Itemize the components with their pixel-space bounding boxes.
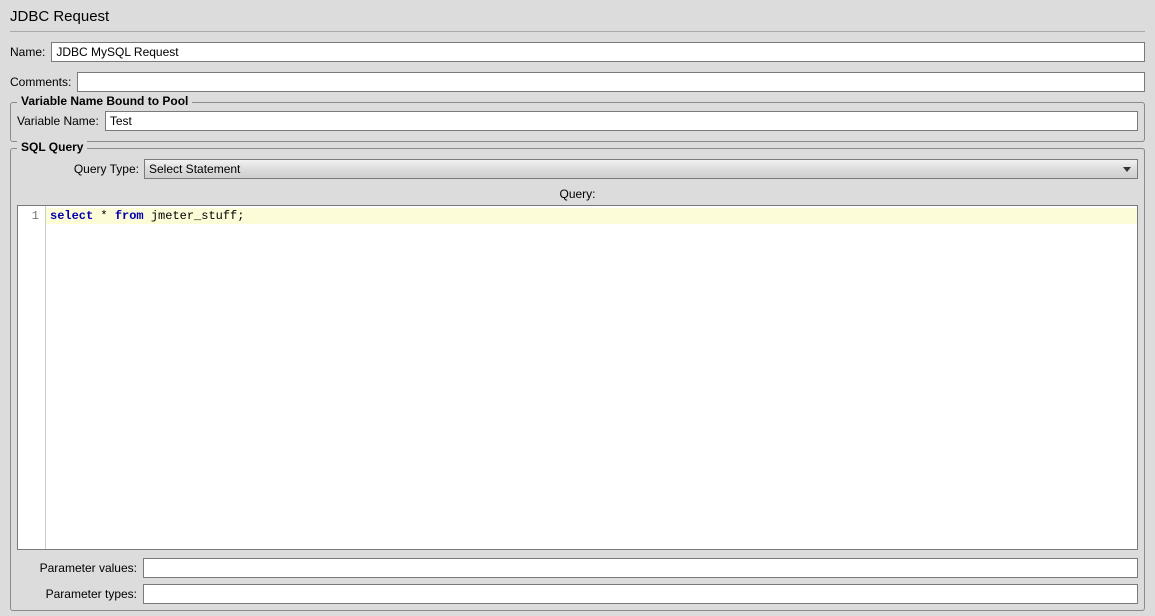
sql-keyword-select: select: [50, 209, 93, 223]
variable-name-row: Variable Name:: [17, 111, 1138, 131]
comments-input[interactable]: [77, 72, 1145, 92]
sql-query-legend: SQL Query: [17, 140, 87, 154]
editor-code-area[interactable]: select * from jmeter_stuff;: [46, 206, 1137, 549]
parameter-values-row: Parameter values:: [17, 558, 1138, 578]
parameter-types-input[interactable]: [143, 584, 1138, 604]
variable-name-label: Variable Name:: [17, 114, 99, 128]
line-number: 1: [18, 208, 45, 224]
code-line-1[interactable]: select * from jmeter_stuff;: [46, 208, 1137, 224]
sql-semicolon: ;: [237, 209, 244, 223]
variable-pool-fieldset: Variable Name Bound to Pool Variable Nam…: [10, 102, 1145, 142]
sql-star: *: [93, 209, 115, 223]
comments-row: Comments:: [10, 72, 1145, 92]
query-type-combo[interactable]: Select Statement: [144, 159, 1138, 179]
parameter-values-input[interactable]: [143, 558, 1138, 578]
query-label: Query:: [17, 185, 1138, 205]
query-type-label: Query Type:: [17, 162, 139, 176]
sql-keyword-from: from: [115, 209, 144, 223]
query-type-row: Query Type: Select Statement: [17, 159, 1138, 179]
name-input[interactable]: [51, 42, 1145, 62]
editor-gutter: 1: [18, 206, 46, 549]
query-type-value: Select Statement: [149, 162, 240, 176]
parameter-types-row: Parameter types:: [17, 584, 1138, 604]
panel-title: JDBC Request: [10, 4, 1145, 32]
jdbc-request-panel: JDBC Request Name: Comments: Variable Na…: [0, 0, 1155, 611]
sql-query-fieldset: SQL Query Query Type: Select Statement Q…: [10, 148, 1145, 611]
name-label: Name:: [10, 45, 45, 59]
sql-space: [144, 209, 151, 223]
parameter-types-label: Parameter types:: [17, 587, 137, 601]
variable-name-input[interactable]: [105, 111, 1138, 131]
sql-editor[interactable]: 1 select * from jmeter_stuff;: [17, 205, 1138, 550]
name-row: Name:: [10, 42, 1145, 62]
sql-table: jmeter_stuff: [151, 209, 237, 223]
variable-pool-legend: Variable Name Bound to Pool: [17, 94, 192, 108]
comments-label: Comments:: [10, 75, 71, 89]
parameter-values-label: Parameter values:: [17, 561, 137, 575]
